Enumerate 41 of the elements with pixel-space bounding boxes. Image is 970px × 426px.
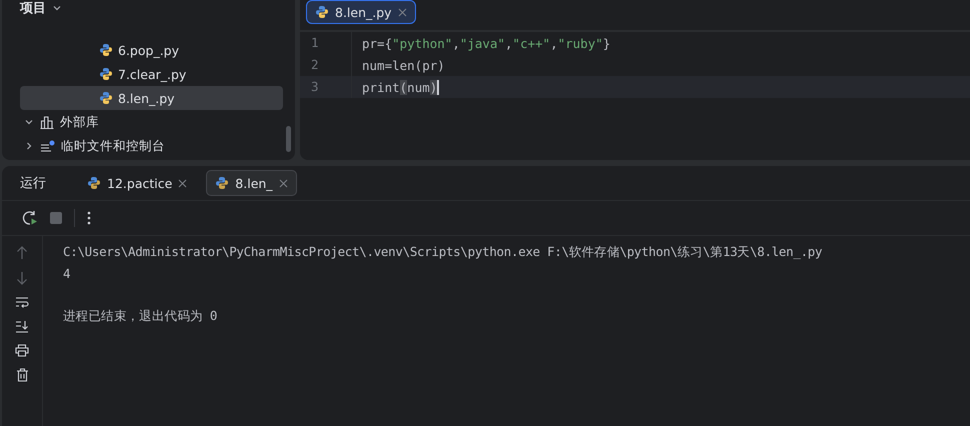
line-number: 3 — [300, 76, 352, 98]
wrap-icon[interactable] — [15, 296, 29, 309]
file-item[interactable]: 7.clear_.py — [20, 62, 283, 86]
chevron-down-icon[interactable] — [52, 3, 62, 13]
console-line: 4 — [63, 266, 72, 281]
bar-chart-icon — [40, 116, 54, 128]
python-file-icon — [87, 176, 101, 190]
rerun-icon[interactable] — [22, 210, 38, 226]
console-line: 进程已结束，退出代码为 0 — [63, 308, 218, 325]
editor-tab[interactable]: 8.len_.py — [306, 0, 416, 24]
file-item[interactable]: 6.pop_.py — [20, 38, 283, 62]
line-number: 1 — [300, 32, 352, 54]
code-line: print(num) — [361, 80, 440, 94]
panel-title[interactable]: 项目 — [20, 0, 46, 17]
python-file-icon — [315, 5, 329, 19]
console-line: C:\Users\Administrator\PyCharmMiscProject\.venv\Scripts\python.exe F:\软件存储\python\练习\第13天\8.len_.py — [63, 244, 822, 261]
trash-icon[interactable] — [16, 368, 28, 382]
file-item[interactable]: 8.len_.py — [20, 86, 283, 110]
code-line: pr={"python","java","c++","ruby"} — [361, 36, 610, 50]
tree-node[interactable]: 外部库 — [20, 110, 283, 134]
scrollbar[interactable] — [286, 126, 291, 152]
more-icon[interactable] — [87, 211, 91, 225]
code-line: num=len(pr) — [361, 58, 445, 72]
run-tab[interactable]: 8.len_ — [206, 170, 297, 196]
python-file-icon — [99, 43, 113, 57]
print-icon[interactable] — [15, 344, 29, 357]
arrow-up-icon[interactable] — [16, 246, 28, 260]
list-icon — [40, 140, 55, 152]
python-file-icon — [215, 176, 230, 190]
python-file-icon — [99, 67, 113, 81]
close-icon[interactable] — [398, 8, 407, 16]
run-tab[interactable]: 12.pactice — [78, 170, 196, 196]
tree-node[interactable]: 临时文件和控制台 — [20, 134, 283, 158]
python-file-icon — [99, 91, 113, 105]
arrow-down-icon[interactable] — [16, 271, 28, 285]
close-icon[interactable] — [278, 178, 288, 188]
panel-title: 运行 — [20, 175, 46, 192]
chevron-right-icon[interactable] — [24, 141, 34, 151]
chevron-down-icon[interactable] — [24, 117, 34, 127]
scroll-to-end-icon[interactable] — [15, 320, 29, 333]
close-icon[interactable] — [178, 178, 188, 188]
